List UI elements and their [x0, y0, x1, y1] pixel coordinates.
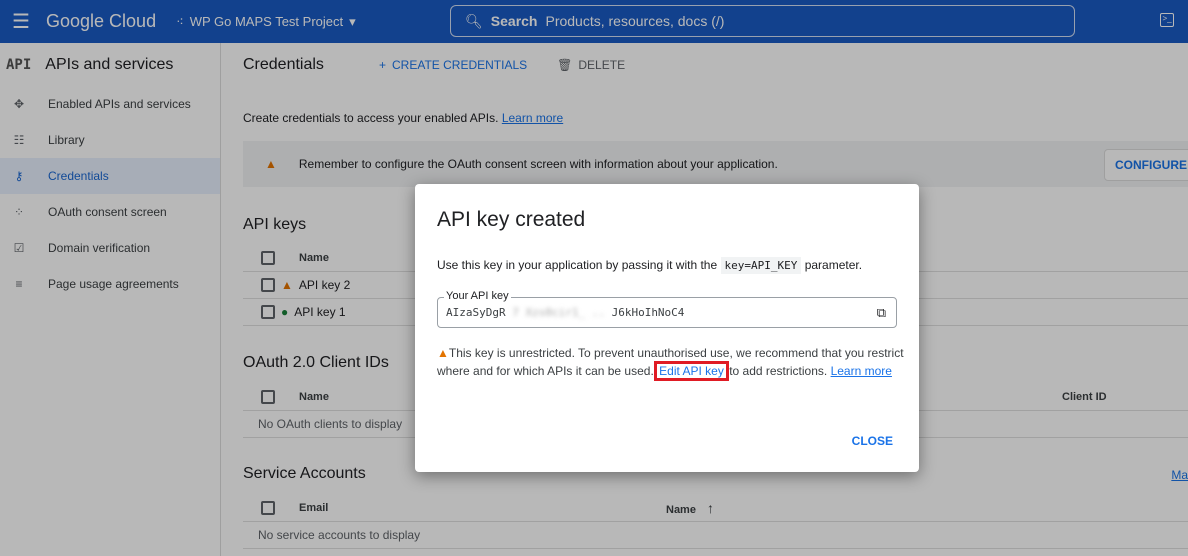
desc-text: parameter. [804, 258, 863, 272]
api-key-value: AIzaSyDgR 7 Xzs0cir1_ .. J6kHoIhNoC4 [446, 306, 684, 319]
warning-text: to add restrictions. [729, 364, 828, 378]
dialog-description: Use this key in your application by pass… [437, 257, 863, 274]
dialog-title: API key created [437, 208, 586, 231]
warning-icon: ▲ [437, 346, 449, 360]
code-snippet: key=API_KEY [720, 257, 802, 274]
close-button[interactable]: CLOSE [852, 434, 893, 448]
api-key-dialog: API key created Use this key in your app… [415, 184, 919, 472]
learn-more-link[interactable]: Learn more [831, 364, 892, 378]
key-end: J6kHoIhNoC4 [611, 306, 685, 319]
copy-icon[interactable]: ⧉ [877, 305, 886, 321]
edit-api-key-link[interactable]: Edit API key [654, 361, 729, 381]
api-key-field[interactable]: Your API key AIzaSyDgR 7 Xzs0cir1_ .. J6… [437, 290, 897, 328]
key-redacted: 7 Xzs0cir1_ .. [512, 306, 605, 319]
key-start: AIzaSyDgR [446, 306, 506, 319]
unrestricted-warning: ▲This key is unrestricted. To prevent un… [437, 346, 904, 381]
desc-text: Use this key in your application by pass… [437, 258, 718, 272]
field-label: Your API key [444, 290, 511, 302]
